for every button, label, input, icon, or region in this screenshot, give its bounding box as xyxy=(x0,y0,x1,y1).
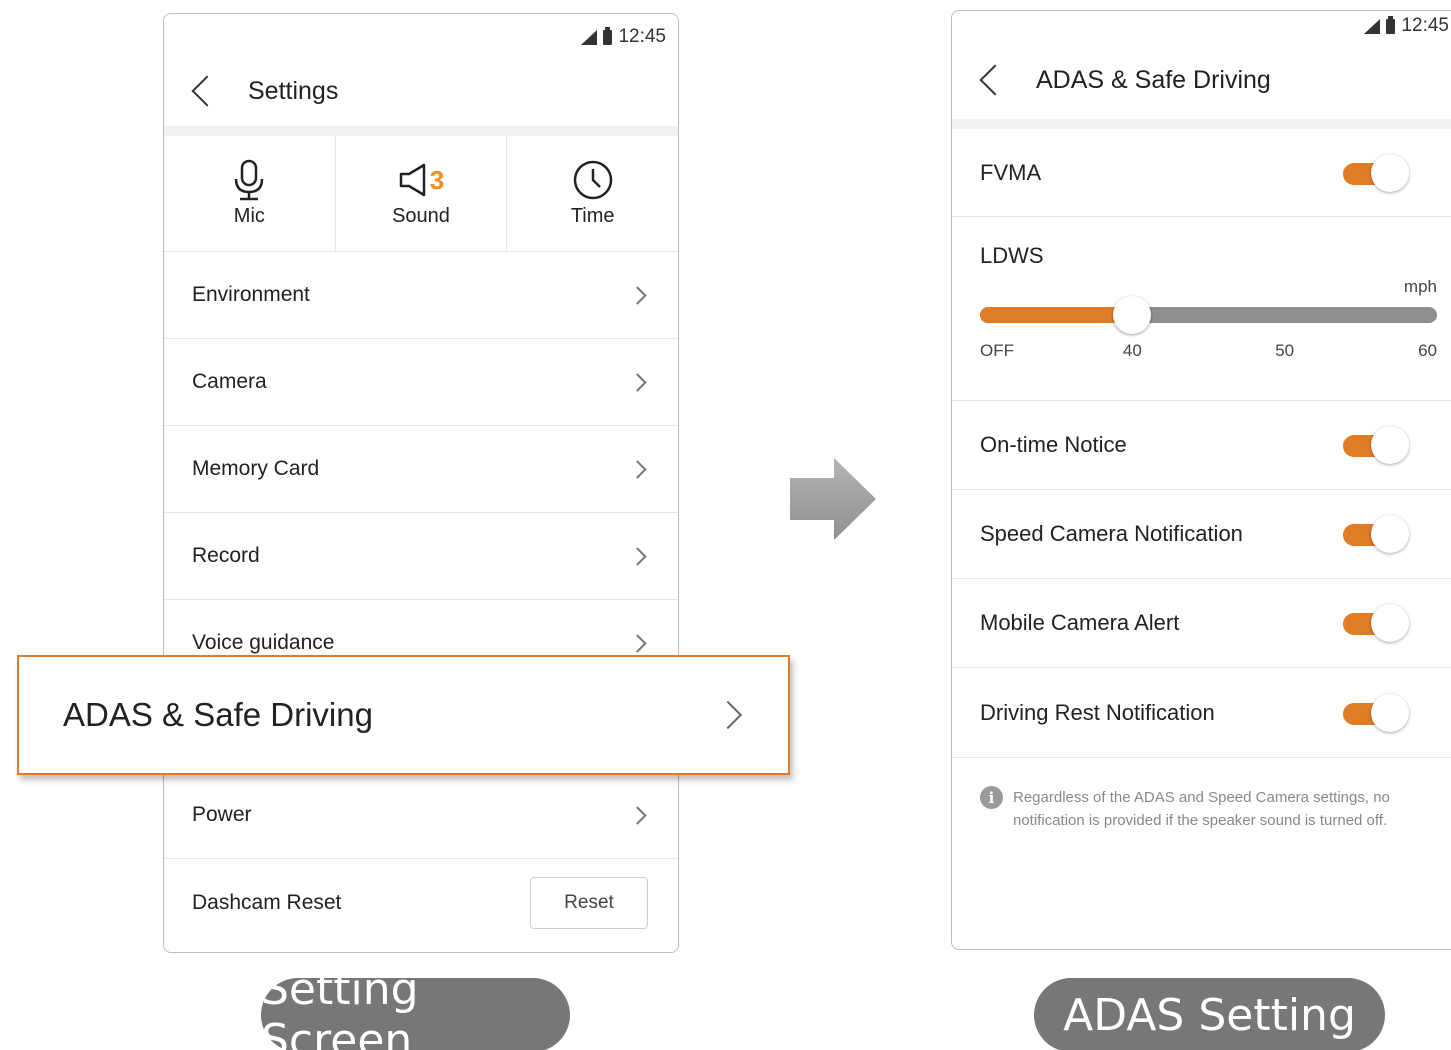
ldws-tick-label: 40 xyxy=(1122,341,1142,360)
sound-button[interactable]: 3 Sound xyxy=(336,136,508,251)
header-divider xyxy=(164,126,678,136)
settings-screen: 12:45 Settings Mic 3 Sound Time Environm… xyxy=(163,13,679,953)
menu-item-label: Environment xyxy=(192,283,310,306)
caption-setting-screen: Setting Screen xyxy=(261,964,570,1050)
menu-item-label: Power xyxy=(192,803,252,826)
menu-item-label: Voice guidance xyxy=(192,631,335,654)
mic-button[interactable]: Mic xyxy=(164,136,336,251)
speed-camera-notification-row: Speed Camera Notification xyxy=(952,490,1451,579)
ldws-label: LDWS xyxy=(980,243,1044,268)
on-time-notice-label: On-time Notice xyxy=(980,432,1127,457)
status-time: 12:45 xyxy=(618,26,666,47)
signal-icon xyxy=(581,29,598,45)
speaker-note: i Regardless of the ADAS and Speed Camer… xyxy=(980,786,1420,832)
time-button[interactable]: Time xyxy=(507,136,678,251)
ldws-tick-label: 50 xyxy=(1275,341,1295,360)
driving-rest-notification-toggle[interactable] xyxy=(1343,693,1409,733)
menu-item-dashcam-reset: Dashcam Reset Reset xyxy=(164,859,678,946)
on-time-notice-row: On-time Notice xyxy=(952,401,1451,490)
speed-camera-notification-label: Speed Camera Notification xyxy=(980,521,1243,546)
menu-item-label: Record xyxy=(192,544,260,567)
adas-screen: 12:45 ADAS & Safe Driving FVMA LDWS mph … xyxy=(951,10,1451,950)
header-divider xyxy=(952,119,1451,129)
fvma-row: FVMA xyxy=(952,129,1451,217)
sound-label: Sound xyxy=(392,205,450,227)
settings-header: Settings xyxy=(164,68,678,114)
mobile-camera-alert-row: Mobile Camera Alert xyxy=(952,579,1451,668)
ldws-unit: mph xyxy=(1403,277,1437,296)
mic-label: Mic xyxy=(233,205,265,227)
battery-icon xyxy=(603,26,613,45)
adas-header: ADAS & Safe Driving xyxy=(952,57,1451,103)
signal-icon xyxy=(1364,18,1381,34)
mic-icon xyxy=(235,159,264,201)
reset-button[interactable]: Reset xyxy=(530,876,648,929)
ldws-tick-label: OFF xyxy=(980,341,1014,360)
page-title: ADAS & Safe Driving xyxy=(1036,65,1271,94)
status-time: 12:45 xyxy=(1401,15,1449,36)
ldws-tick-labels: OFF 40 50 60 xyxy=(980,341,1437,361)
menu-item-power[interactable]: Power xyxy=(164,772,678,859)
menu-item-memory-card[interactable]: Memory Card xyxy=(164,426,678,513)
mobile-camera-alert-label: Mobile Camera Alert xyxy=(980,610,1180,635)
fvma-label: FVMA xyxy=(980,159,1042,185)
driving-rest-notification-label: Driving Rest Notification xyxy=(980,699,1215,725)
speaker-icon xyxy=(399,163,426,197)
driving-rest-notification-row: Driving Rest Notification xyxy=(952,668,1451,758)
chevron-right-icon xyxy=(628,459,647,479)
quick-settings: Mic 3 Sound Time xyxy=(164,136,678,252)
note-text: Regardless of the ADAS and Speed Camera … xyxy=(1013,789,1390,829)
chevron-right-icon xyxy=(628,805,647,825)
callout-label: ADAS & Safe Driving xyxy=(63,696,373,733)
clock-icon xyxy=(573,160,612,200)
ldws-tick-label: 60 xyxy=(1418,341,1437,360)
arrow-right-icon xyxy=(790,458,876,540)
slider-fill xyxy=(980,307,1133,323)
back-icon[interactable] xyxy=(191,75,223,107)
menu-item-camera[interactable]: Camera xyxy=(164,339,678,426)
time-label: Time xyxy=(570,205,615,227)
chevron-right-icon xyxy=(713,700,743,730)
page-title: Settings xyxy=(248,76,339,105)
menu-item-label: Dashcam Reset xyxy=(192,890,342,914)
back-icon[interactable] xyxy=(979,64,1011,96)
info-icon: i xyxy=(980,786,1003,809)
chevron-right-icon xyxy=(628,372,647,392)
menu-item-adas-highlight[interactable]: ADAS & Safe Driving xyxy=(17,655,790,775)
menu-item-record[interactable]: Record xyxy=(164,513,678,600)
chevron-right-icon xyxy=(628,285,647,305)
speed-camera-notification-toggle[interactable] xyxy=(1343,514,1409,554)
menu-item-label: Memory Card xyxy=(192,457,320,480)
ldws-slider[interactable] xyxy=(980,296,1437,334)
mobile-camera-alert-toggle[interactable] xyxy=(1343,603,1409,643)
on-time-notice-toggle[interactable] xyxy=(1343,425,1409,465)
menu-item-environment[interactable]: Environment xyxy=(164,252,678,339)
menu-item-label: Camera xyxy=(192,370,267,393)
caption-adas-setting: ADAS Setting xyxy=(1034,978,1385,1050)
status-bar: 12:45 xyxy=(581,26,666,48)
chevron-right-icon xyxy=(628,546,647,566)
status-bar: 12:45 xyxy=(1364,15,1449,37)
chevron-right-icon xyxy=(628,633,647,653)
battery-icon xyxy=(1386,15,1396,34)
fvma-toggle[interactable] xyxy=(1343,153,1409,193)
sound-level-badge: 3 xyxy=(429,164,445,195)
